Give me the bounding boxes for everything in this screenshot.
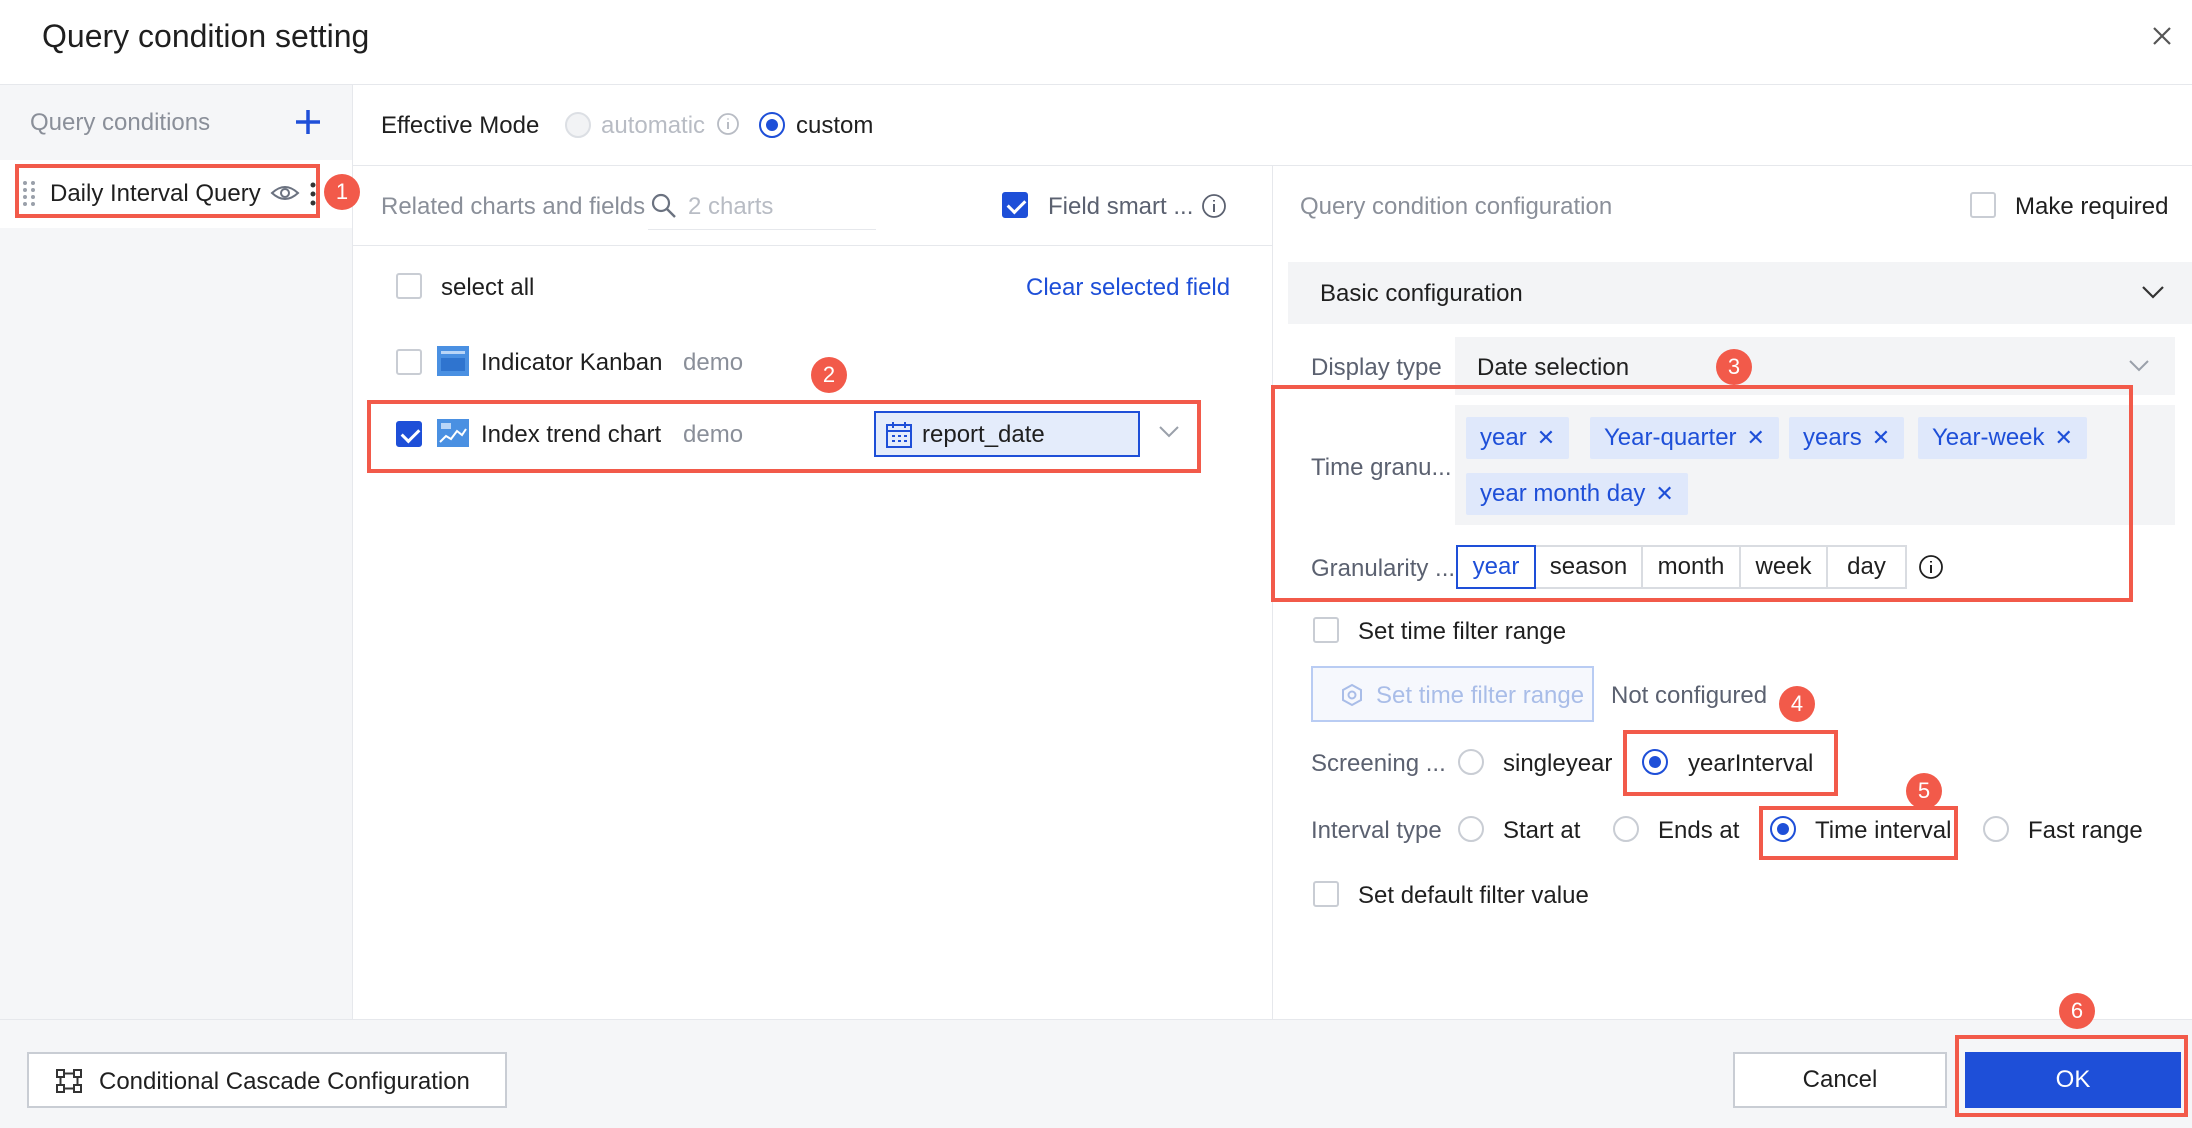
chart-name: Indicator Kanban [481,349,663,376]
clear-selected-link[interactable]: Clear selected field [1026,274,1230,302]
interval-start-radio[interactable] [1458,816,1484,842]
cancel-button[interactable]: Cancel [1733,1052,1947,1108]
conditions-header: Query conditions [30,109,211,136]
interval-fast-radio[interactable] [1983,816,2009,842]
not-configured-text: Not configured [1611,682,1768,709]
make-required-label: Make required [2015,193,2169,220]
field-smart-checkbox[interactable] [1002,192,1028,218]
display-type-label: Display type [1311,354,1442,381]
info-icon [1202,194,1226,218]
add-condition-icon[interactable] [292,106,324,138]
sidebar-divider [352,85,353,1019]
related-header: Related charts and fields [381,193,646,220]
cascade-icon [56,1069,82,1093]
interval-option-label: Ends at [1658,817,1740,844]
cascade-config-label: Conditional Cascade Configuration [99,1068,470,1095]
step-badge-3: 3 [1716,349,1752,385]
select-all-checkbox[interactable] [396,273,422,299]
set-range-button-label: Set time filter range [1376,682,1585,709]
mode-custom-label: custom [796,112,874,139]
mode-custom-radio[interactable] [759,112,785,138]
chevron-down-icon[interactable] [2141,284,2165,300]
chart-source: demo [683,349,744,376]
search-input[interactable]: 2 charts [688,193,773,221]
default-value-checkbox[interactable] [1313,881,1339,907]
step-badge-4: 4 [1779,686,1815,722]
select-all-label: select all [441,274,535,301]
chart-row-checkbox[interactable] [396,349,422,375]
display-type-value: Date selection [1477,354,1630,381]
info-icon [717,113,739,135]
effective-mode-label: Effective Mode [381,112,540,139]
highlight-box-5 [1759,806,1958,860]
make-required-checkbox[interactable] [1970,192,1996,218]
highlight-box-2 [367,400,1201,473]
highlight-box-4 [1623,730,1838,796]
related-header-divider [353,245,1272,246]
highlight-box-1 [15,164,320,218]
mode-automatic-label: automatic [601,112,706,139]
screening-singleyear-radio[interactable] [1458,749,1484,775]
interval-type-label: Interval type [1311,817,1442,844]
screening-option-label: singleyear [1503,750,1613,777]
step-badge-6: 6 [2059,993,2095,1029]
field-smart-label: Field smart ... [1048,193,1194,220]
default-value-label: Set default filter value [1358,882,1589,909]
chevron-down-icon[interactable] [2128,359,2150,373]
screening-label: Screening ... [1311,750,1446,777]
close-icon[interactable] [2146,20,2178,52]
set-range-label: Set time filter range [1358,618,1567,645]
step-badge-1: 1 [324,174,360,210]
step-badge-2: 2 [811,357,847,393]
interval-end-radio[interactable] [1613,816,1639,842]
config-header: Query condition configuration [1300,193,1613,220]
dialog-title: Query condition setting [42,18,370,54]
interval-option-label: Fast range [2028,817,2143,844]
search-underline [648,229,876,230]
filter-settings-icon [1342,683,1362,707]
interval-option-label: Start at [1503,817,1581,844]
highlight-box-6 [1955,1035,2188,1117]
search-icon [651,193,676,218]
set-range-checkbox[interactable] [1313,617,1339,643]
granularity-option[interactable]: year [1456,545,1536,589]
kanban-chart-icon [437,346,469,376]
highlight-box-3 [1271,385,2133,602]
step-badge-5: 5 [1906,773,1942,809]
mode-automatic-radio[interactable] [565,112,591,138]
basic-config-title: Basic configuration [1320,280,1523,307]
